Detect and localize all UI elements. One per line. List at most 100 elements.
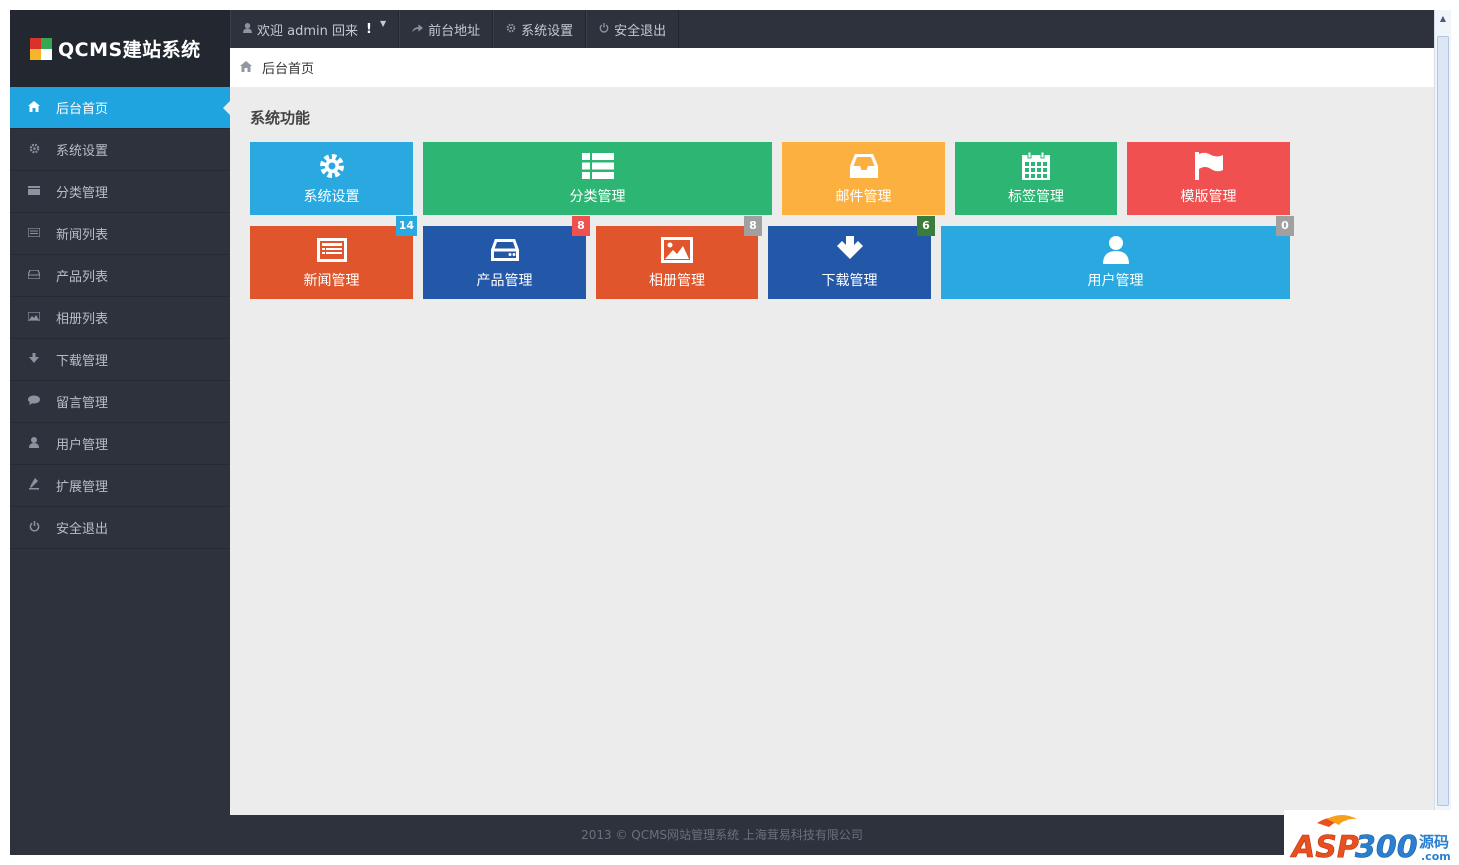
tile-mail-management[interactable]: 邮件管理: [782, 142, 945, 215]
footer: 2013 © QCMS网站管理系统 上海茸易科技有限公司: [10, 815, 1434, 855]
chevron-down-icon: ▼: [379, 18, 387, 28]
vertical-scrollbar[interactable]: ▲: [1434, 10, 1451, 810]
tile-label: 系统设置: [303, 188, 360, 205]
share-icon: [412, 23, 424, 36]
watermark-logo: ASP 300 源码 .com: [1284, 810, 1459, 865]
sidebar-item-label: 扩展管理: [56, 480, 109, 495]
tile-user-management[interactable]: 0 用户管理: [941, 216, 1294, 299]
tile-product-management[interactable]: 8 产品管理: [423, 216, 590, 299]
tile-album-management[interactable]: 8 相册管理: [596, 216, 762, 299]
flag-icon: [1193, 151, 1225, 180]
power-icon: [599, 22, 609, 36]
folder-icon: [26, 185, 42, 198]
arrow-down-icon: [26, 353, 42, 366]
tile-label: 邮件管理: [835, 188, 892, 205]
breadcrumb: 后台首页: [230, 48, 1434, 87]
svg-text:ASP: ASP: [1290, 830, 1359, 863]
arrow-down-icon: [834, 235, 866, 264]
tile-news-management[interactable]: 14 新闻管理: [250, 216, 417, 299]
sidebar-item-label: 新闻列表: [56, 228, 109, 243]
svg-text:源码: 源码: [1419, 833, 1449, 851]
section-title: 系统功能: [250, 109, 311, 127]
frontend-link-label: 前台地址: [428, 23, 481, 39]
sidebar-item-label: 后台首页: [56, 102, 109, 117]
user-icon: [243, 22, 252, 36]
calendar-icon: [1020, 151, 1052, 180]
count-badge: 8: [744, 216, 762, 236]
scrollbar-thumb[interactable]: [1437, 36, 1449, 806]
tile-label: 相册管理: [649, 272, 705, 289]
list-icon: [26, 227, 42, 240]
sidebar-item-messages[interactable]: 留言管理: [10, 381, 230, 423]
tile-label: 新闻管理: [303, 272, 360, 289]
tile-template-management[interactable]: 模版管理: [1127, 142, 1290, 215]
count-badge: 8: [572, 216, 590, 236]
frontend-link[interactable]: 前台地址: [399, 10, 494, 48]
top-navbar: 欢迎 admin 回来 ! ▼ 前台地址 系统设置 安全退出: [230, 10, 1434, 48]
user-menu[interactable]: 欢迎 admin 回来 ! ▼: [230, 10, 400, 48]
breadcrumb-current[interactable]: 后台首页: [262, 58, 314, 77]
sidebar-item-label: 系统设置: [56, 144, 109, 159]
tile-label: 模版管理: [1180, 188, 1237, 205]
tile-system-settings[interactable]: 系统设置: [250, 142, 413, 215]
logo-text: QCMS建站系统: [58, 39, 201, 61]
sidebar-item-label: 分类管理: [56, 186, 109, 201]
picture-icon: [26, 311, 42, 324]
tile-category-management[interactable]: 分类管理: [423, 142, 772, 215]
tile-label: 产品管理: [476, 272, 533, 289]
user-icon: [1100, 235, 1132, 264]
gear-icon: [26, 143, 42, 157]
svg-text:.com: .com: [1421, 850, 1451, 863]
logout-link[interactable]: 安全退出: [586, 10, 680, 48]
user-icon: [26, 436, 42, 451]
tile-label: 下载管理: [821, 272, 878, 289]
sidebar-item-settings[interactable]: 系统设置: [10, 129, 230, 171]
inbox-icon: [848, 152, 880, 180]
svg-text:300: 300: [1355, 830, 1418, 863]
tile-download-management[interactable]: 6 下载管理: [768, 216, 935, 299]
scroll-up-icon[interactable]: ▲: [1437, 13, 1449, 25]
drive-icon: [26, 269, 42, 282]
tool-icon: [26, 478, 42, 493]
asp300-logo-icon: ASP 300 源码 .com: [1289, 814, 1451, 863]
logo-mark-icon: [30, 37, 52, 60]
count-badge: 6: [917, 216, 935, 236]
tile-label: 标签管理: [1008, 188, 1064, 205]
settings-link[interactable]: 系统设置: [493, 10, 587, 48]
gear-icon: [316, 152, 348, 180]
sidebar-item-logout[interactable]: 安全退出: [10, 507, 230, 549]
count-badge: 14: [395, 216, 417, 236]
sidebar-item-extensions[interactable]: 扩展管理: [10, 465, 230, 507]
tile-label: 分类管理: [569, 188, 626, 205]
home-icon: [240, 60, 252, 75]
sidebar-item-albums[interactable]: 相册列表: [10, 297, 230, 339]
sidebar-item-users[interactable]: 用户管理: [10, 423, 230, 465]
sidebar-item-label: 产品列表: [56, 270, 109, 285]
comment-icon: [26, 395, 42, 408]
sidebar-item-news[interactable]: 新闻列表: [10, 213, 230, 255]
app-window: QCMS建站系统 后台首页 系统设置 分类管理 新闻列表 产品列表 相册列表 下…: [10, 10, 1434, 855]
sidebar-item-products[interactable]: 产品列表: [10, 255, 230, 297]
sidebar-item-dashboard[interactable]: 后台首页: [10, 87, 231, 129]
tile-label: 用户管理: [1087, 272, 1144, 289]
footer-copyright: 2013 © QCMS网站管理系统 上海茸易科技有限公司: [581, 828, 863, 842]
sidebar-item-label: 留言管理: [56, 396, 109, 411]
sidebar-item-label: 下载管理: [56, 354, 109, 369]
sidebar-item-categories[interactable]: 分类管理: [10, 171, 230, 213]
alert-icon: !: [366, 21, 372, 37]
count-badge: 0: [1276, 216, 1294, 236]
picture-icon: [661, 236, 693, 264]
logo[interactable]: QCMS建站系统: [10, 10, 230, 87]
logout-link-label: 安全退出: [614, 23, 667, 39]
tile-tag-management[interactable]: 标签管理: [955, 142, 1117, 215]
settings-link-label: 系统设置: [521, 23, 574, 39]
welcome-text: 欢迎 admin 回来: [257, 23, 358, 39]
home-icon: [26, 100, 42, 115]
power-icon: [26, 520, 42, 535]
sidebar-item-label: 用户管理: [56, 438, 109, 453]
sidebar-item-label: 安全退出: [56, 522, 109, 537]
sidebar: QCMS建站系统 后台首页 系统设置 分类管理 新闻列表 产品列表 相册列表 下…: [10, 10, 231, 855]
list-icon: [581, 152, 614, 180]
sidebar-item-downloads[interactable]: 下载管理: [10, 339, 230, 381]
gear-icon: [506, 23, 516, 36]
